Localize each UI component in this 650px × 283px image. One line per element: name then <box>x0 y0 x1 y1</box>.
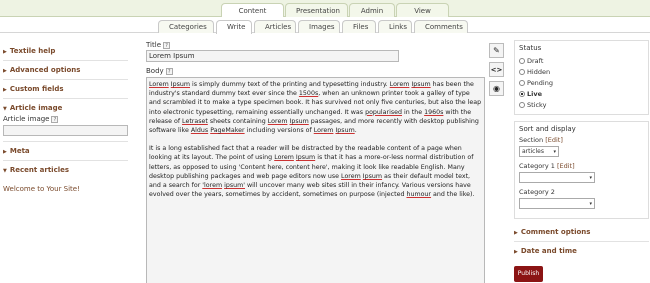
tab-content[interactable]: Content <box>221 3 284 18</box>
subtab-links[interactable]: Links <box>378 20 412 33</box>
article-image-toggle[interactable]: ▼ Article image <box>3 101 128 115</box>
sort-display-box: Sort and display Section [Edit] articles… <box>514 121 649 219</box>
select-value: articles <box>522 148 544 155</box>
label-text: Article image <box>3 115 50 123</box>
section-label: Date and time <box>520 247 577 255</box>
section-label: Section [Edit] <box>519 136 644 144</box>
status-pending[interactable]: Pending <box>519 77 644 88</box>
title-label: Title? <box>146 41 485 49</box>
status-hidden[interactable]: Hidden <box>519 66 644 77</box>
body-textarea[interactable]: Lorem Ipsum is simply dummy text of the … <box>146 77 485 283</box>
caret-right-icon: ▶ <box>3 49 7 55</box>
section-label: Comment options <box>520 228 591 236</box>
chevron-down-icon: ▾ <box>553 149 556 155</box>
sub-nav-bar: Categories Write Articles Images Files L… <box>0 17 650 34</box>
subtab-comments[interactable]: Comments <box>414 20 468 33</box>
body-label: Body? <box>146 67 485 75</box>
status-draft[interactable]: Draft <box>519 55 644 66</box>
category1-select[interactable]: ▾ <box>519 172 595 183</box>
subtab-files[interactable]: Files <box>342 20 376 33</box>
radio-icon <box>519 57 525 64</box>
caret-right-icon: ▶ <box>514 249 518 255</box>
status-live[interactable]: Live <box>519 88 644 99</box>
divider <box>3 160 128 161</box>
help-icon[interactable]: ? <box>163 42 171 49</box>
tab-admin[interactable]: Admin <box>349 3 395 17</box>
caret-right-icon: ▶ <box>3 68 7 74</box>
section-label: Custom fields <box>9 85 64 93</box>
divider <box>3 141 128 142</box>
section-label: Recent articles <box>9 166 70 174</box>
date-time-toggle[interactable]: ▶ Date and time <box>514 244 649 258</box>
label-text: Body <box>146 67 164 75</box>
recent-articles-toggle[interactable]: ▼ Recent articles <box>3 163 128 177</box>
radio-icon <box>519 79 525 86</box>
chevron-down-icon: ▾ <box>589 201 592 207</box>
meta-toggle[interactable]: ▶ Meta <box>3 144 128 158</box>
top-nav-bar: Content Presentation Admin View site <box>0 0 650 29</box>
section-label: Meta <box>9 147 30 155</box>
main-editor: Title? Lorem Ipsum Body? Lorem Ipsum is … <box>146 41 485 283</box>
comment-options-toggle[interactable]: ▶ Comment options <box>514 225 649 239</box>
advanced-options-toggle[interactable]: ▶ Advanced options <box>3 63 128 77</box>
body-paragraph-1: Lorem Ipsum is simply dummy text of the … <box>149 81 482 135</box>
section-edit-link[interactable]: [Edit] <box>545 136 563 144</box>
status-title: Status <box>519 44 542 52</box>
pencil-icon[interactable]: ✎ <box>489 43 504 58</box>
view-toolbar: ✎ <> ◉ <box>489 43 504 100</box>
label-text: Section <box>519 136 544 144</box>
help-icon[interactable]: ? <box>165 68 173 75</box>
radio-icon <box>519 101 525 108</box>
article-image-label: Article image? <box>3 115 128 123</box>
radio-label: Hidden <box>527 67 551 76</box>
help-icon[interactable]: ? <box>51 116 59 123</box>
section-label: Article image <box>9 104 63 112</box>
body-paragraph-2: It is a long established fact that a rea… <box>149 145 475 199</box>
radio-label: Live <box>527 89 543 98</box>
radio-selected-icon <box>519 90 525 97</box>
subtab-articles[interactable]: Articles <box>254 20 296 33</box>
right-sidebar: Status Draft Hidden Pending Live Sticky … <box>514 40 649 282</box>
textile-help-toggle[interactable]: ▶ Textile help <box>3 44 128 58</box>
chevron-down-icon: ▾ <box>589 175 592 181</box>
section-label: Advanced options <box>9 66 81 74</box>
subtab-write[interactable]: Write <box>216 20 252 34</box>
eye-icon[interactable]: ◉ <box>489 81 504 96</box>
status-sticky[interactable]: Sticky <box>519 99 644 110</box>
code-icon[interactable]: <> <box>489 62 504 77</box>
tab-view-site[interactable]: View site <box>396 3 449 29</box>
caret-right-icon: ▶ <box>3 149 7 155</box>
category2-select[interactable]: ▾ <box>519 198 595 209</box>
divider <box>3 79 128 80</box>
caret-right-icon: ▶ <box>3 87 7 93</box>
category1-label: Category 1 [Edit] <box>519 162 644 170</box>
recent-article-link[interactable]: Welcome to Your Site! <box>3 185 128 193</box>
category2-label: Category 2 <box>519 188 555 196</box>
label-text: Title <box>146 41 162 49</box>
section-label: Textile help <box>9 47 56 55</box>
divider <box>3 60 128 61</box>
left-sidebar: ▶ Textile help ▶ Advanced options ▶ Custom … <box>3 44 128 193</box>
radio-label: Draft <box>527 56 544 65</box>
label-text: Category 1 <box>519 162 555 170</box>
radio-label: Pending <box>527 78 553 87</box>
section-select[interactable]: articles ▾ <box>519 146 559 157</box>
caret-down-icon: ▼ <box>3 168 7 174</box>
title-input[interactable]: Lorem Ipsum <box>146 50 399 62</box>
radio-label: Sticky <box>527 100 547 109</box>
subtab-categories[interactable]: Categories <box>158 20 214 33</box>
article-image-input[interactable] <box>3 125 128 136</box>
caret-right-icon: ▶ <box>514 230 518 236</box>
custom-fields-toggle[interactable]: ▶ Custom fields <box>3 82 128 96</box>
publish-button[interactable]: Publish <box>514 266 543 282</box>
subtab-images[interactable]: Images <box>298 20 340 33</box>
sort-title: Sort and display <box>519 125 576 133</box>
divider <box>514 241 649 242</box>
divider <box>3 98 128 99</box>
caret-down-icon: ▼ <box>3 106 7 112</box>
radio-icon <box>519 68 525 75</box>
status-box: Status Draft Hidden Pending Live Sticky <box>514 40 649 115</box>
category-edit-link[interactable]: [Edit] <box>557 162 575 170</box>
tab-presentation[interactable]: Presentation <box>285 3 348 17</box>
